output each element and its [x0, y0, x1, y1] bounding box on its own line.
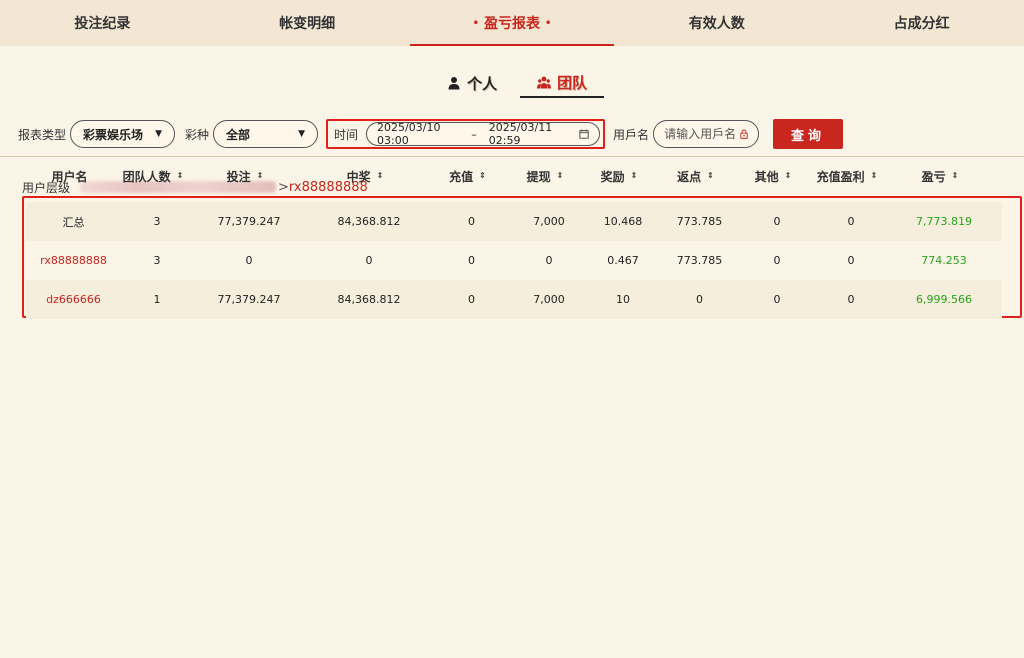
cell-win: 0: [365, 254, 373, 267]
tab-bet-records[interactable]: 投注纪录: [0, 0, 205, 46]
sort-icon[interactable]: ⇕: [785, 172, 792, 180]
chevron-down-icon: ▼: [155, 129, 163, 139]
date-range-picker[interactable]: 2025/03/10 03:00 – 2025/03/11 02:59: [366, 121, 601, 147]
tab-team[interactable]: 团队: [520, 68, 604, 98]
cell-username-link[interactable]: dz666666: [26, 293, 121, 306]
table-header: 用户名 团队人数 ⇕ 投注 ⇕ 中奖 ⇕ 充值 ⇕ 提现 ⇕ 奖励 ⇕ 返点 ⇕ 其他 ⇕ 充值…: [22, 157, 1022, 195]
cell-win: 84,368.812: [337, 293, 401, 306]
cell-other: 0: [773, 215, 781, 228]
active-dot-left: •: [472, 17, 479, 29]
report-table-highlight: 汇总 3 77,379.247 84,368.812 0 7,000 10.46…: [22, 196, 1022, 319]
cell-rebate: 773.785: [676, 215, 723, 228]
sort-icon[interactable]: ⇕: [377, 172, 384, 180]
cell-withdraw: 0: [545, 254, 553, 267]
table-row-summary: 汇总 3 77,379.247 84,368.812 0 7,000 10.46…: [26, 202, 1002, 241]
active-dot-right: •: [544, 17, 552, 29]
chevron-down-icon: ▼: [298, 129, 306, 139]
table-row: rx88888888 3 0 0 0 0 0.467 773.785 0 0 7…: [26, 241, 1002, 280]
time-range-highlight: 时间 2025/03/10 03:00 – 2025/03/11 02:59: [326, 119, 606, 149]
report-type-value: 彩票娱乐场: [83, 127, 144, 142]
cell-deposit: 0: [468, 293, 475, 306]
col-header-rebate[interactable]: 返点 ⇕: [654, 168, 737, 185]
cell-profit-loss: 7,773.819: [916, 215, 972, 228]
cell-withdraw: 7,000: [533, 293, 565, 306]
cell-reward: 10.468: [603, 215, 643, 228]
cell-bet: 0: [245, 254, 253, 267]
username-field[interactable]: [653, 120, 760, 148]
sort-icon[interactable]: ⇕: [479, 172, 486, 180]
lottery-kind-select[interactable]: 全部 ▼: [213, 120, 319, 148]
tab-share-dividend[interactable]: 占成分红: [819, 0, 1024, 46]
table-row: dz666666 1 77,379.247 84,368.812 0 7,000…: [26, 280, 1002, 319]
cell-other: 0: [773, 293, 781, 306]
time-separator: –: [471, 127, 477, 141]
username-label: 用戶名: [613, 127, 650, 142]
search-button[interactable]: 查询: [773, 119, 844, 149]
col-header-username: 用户名: [51, 169, 88, 184]
col-header-withdraw[interactable]: 提现 ⇕: [506, 168, 584, 185]
cell-deposit-profit: 0: [847, 293, 855, 306]
col-header-reward[interactable]: 奖励 ⇕: [584, 168, 654, 185]
tab-profit-loss-report[interactable]: • 盈亏报表 •: [409, 0, 615, 46]
filter-bar: 报表类型 彩票娱乐场 ▼ 彩种 全部 ▼ 时间 2025/03/10 03:00…: [18, 119, 844, 149]
time-start: 2025/03/10 03:00: [377, 121, 441, 147]
col-header-win[interactable]: 中奖 ⇕: [301, 168, 429, 185]
report-panel: 个人 团队 报表类型 彩票娱乐场 ▼ 彩种 全部 ▼ 时间 2025/03/10…: [0, 46, 1024, 658]
cell-username-link[interactable]: rx88888888: [26, 254, 121, 267]
scope-tabs: 个人 团队: [434, 68, 604, 98]
cell-deposit-profit: 0: [847, 254, 855, 267]
person-icon: [448, 77, 460, 90]
report-type-label: 报表类型: [18, 127, 67, 142]
col-header-other[interactable]: 其他 ⇕: [737, 168, 809, 185]
cell-bet: 77,379.247: [217, 293, 281, 306]
calendar-icon: [579, 129, 589, 139]
col-header-profit-loss[interactable]: 盈亏 ⇕: [885, 168, 995, 185]
time-label: 时间: [334, 127, 359, 142]
cell-rebate: 773.785: [676, 254, 723, 267]
cell-win: 84,368.812: [337, 215, 401, 228]
lock-icon: [740, 129, 748, 139]
report-type-select[interactable]: 彩票娱乐场 ▼: [70, 120, 176, 148]
cell-username: 汇总: [62, 215, 85, 229]
tab-active-users[interactable]: 有效人数: [614, 0, 819, 46]
tab-account-changes[interactable]: 帐变明细: [205, 0, 410, 46]
col-header-deposit[interactable]: 充值 ⇕: [429, 168, 506, 185]
lottery-kind-value: 全部: [226, 127, 251, 142]
report-tabs: 投注纪录 帐变明细 • 盈亏报表 • 有效人数 占成分红: [0, 0, 1024, 46]
cell-deposit: 0: [468, 215, 475, 228]
cell-team-size: 3: [153, 254, 161, 267]
sort-icon[interactable]: ⇕: [631, 172, 638, 180]
cell-deposit: 0: [468, 254, 475, 267]
col-header-bet[interactable]: 投注 ⇕: [189, 168, 301, 185]
sort-icon[interactable]: ⇕: [707, 172, 714, 180]
cell-deposit-profit: 0: [847, 215, 855, 228]
sort-icon[interactable]: ⇕: [257, 172, 264, 180]
tab-personal[interactable]: 个人: [434, 68, 510, 98]
sort-icon[interactable]: ⇕: [871, 172, 878, 180]
cell-profit-loss: 6,999.566: [916, 293, 972, 306]
cell-profit-loss: 774.253: [921, 254, 967, 267]
time-end: 2025/03/11 02:59: [488, 121, 553, 147]
sort-icon[interactable]: ⇕: [557, 172, 564, 180]
cell-withdraw: 7,000: [533, 215, 565, 228]
cell-team-size: 1: [153, 293, 161, 306]
col-header-team-size[interactable]: 团队人数 ⇕: [117, 168, 189, 185]
username-input[interactable]: [664, 127, 739, 141]
cell-reward: 10: [616, 293, 630, 306]
cell-reward: 0.467: [607, 254, 639, 267]
cell-rebate: 0: [696, 293, 703, 306]
sort-icon[interactable]: ⇕: [952, 172, 959, 180]
cell-team-size: 3: [153, 215, 161, 228]
sort-icon[interactable]: ⇕: [177, 172, 184, 180]
lottery-kind-label: 彩种: [185, 127, 210, 142]
col-header-deposit-profit[interactable]: 充值盈利 ⇕: [809, 168, 885, 185]
cell-other: 0: [773, 254, 781, 267]
cell-bet: 77,379.247: [217, 215, 281, 228]
team-icon: [537, 76, 552, 89]
